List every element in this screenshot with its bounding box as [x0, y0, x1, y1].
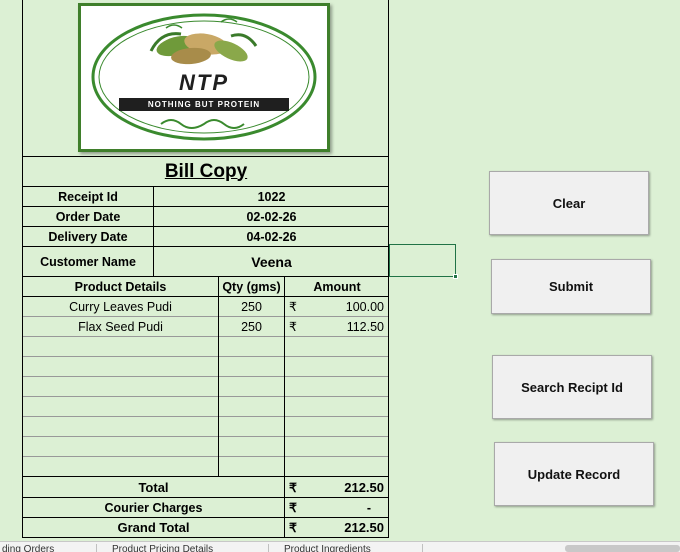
customer-name-label: Customer Name: [40, 254, 136, 269]
courier-value: -: [366, 500, 371, 515]
item-qty: 250: [241, 299, 262, 314]
sheet-tab[interactable]: Product Ingredients: [284, 544, 371, 552]
order-date-label: Order Date: [55, 209, 121, 224]
delivery-date-label: Delivery Date: [48, 229, 128, 244]
search-receipt-button[interactable]: Search Recipt Id: [492, 355, 652, 419]
total-value: 212.50: [344, 479, 384, 495]
update-record-button[interactable]: Update Record: [494, 442, 654, 506]
receipt-id-value: 1022: [257, 189, 286, 204]
item-currency: ₹: [289, 320, 297, 334]
order-date-value: 02-02-26: [246, 209, 297, 224]
horizontal-scrollbar[interactable]: [565, 545, 680, 552]
grand-total-value: 212.50: [344, 520, 384, 535]
grand-total-currency: ₹: [289, 521, 297, 535]
item-currency: ₹: [289, 300, 297, 314]
courier-currency: ₹: [289, 501, 297, 515]
grand-total-label: Grand Total: [117, 520, 190, 535]
submit-button[interactable]: Submit: [491, 259, 651, 314]
header-amount: Amount: [313, 279, 361, 294]
item-qty: 250: [241, 319, 262, 334]
bill-title: Bill Copy: [164, 160, 248, 182]
receipt-id-label: Receipt Id: [58, 189, 118, 204]
item-product: Curry Leaves Pudi: [69, 299, 172, 314]
header-qty: Qty (gms): [222, 279, 281, 294]
customer-name-value: Veena: [251, 253, 292, 270]
sheet-tab[interactable]: Product Pricing Details: [112, 544, 213, 552]
delivery-date-value: 04-02-26: [246, 229, 297, 244]
bill-copy-table: Bill Copy Receipt Id 1022 Order Date 02-…: [22, 0, 389, 538]
item-product: Flax Seed Pudi: [78, 319, 163, 334]
sheet-tab[interactable]: ding Orders: [2, 544, 54, 552]
total-currency: ₹: [289, 480, 297, 495]
fill-handle[interactable]: [453, 274, 458, 279]
total-label: Total: [138, 479, 169, 495]
item-amount: 112.50: [346, 319, 384, 334]
item-amount: 100.00: [345, 299, 384, 314]
courier-label: Courier Charges: [104, 500, 203, 515]
sheet-tab-bar: ding Orders Product Pricing Details Prod…: [0, 541, 680, 552]
selected-cell[interactable]: [389, 244, 456, 277]
header-product-details: Product Details: [74, 279, 167, 294]
clear-button[interactable]: Clear: [489, 171, 649, 235]
